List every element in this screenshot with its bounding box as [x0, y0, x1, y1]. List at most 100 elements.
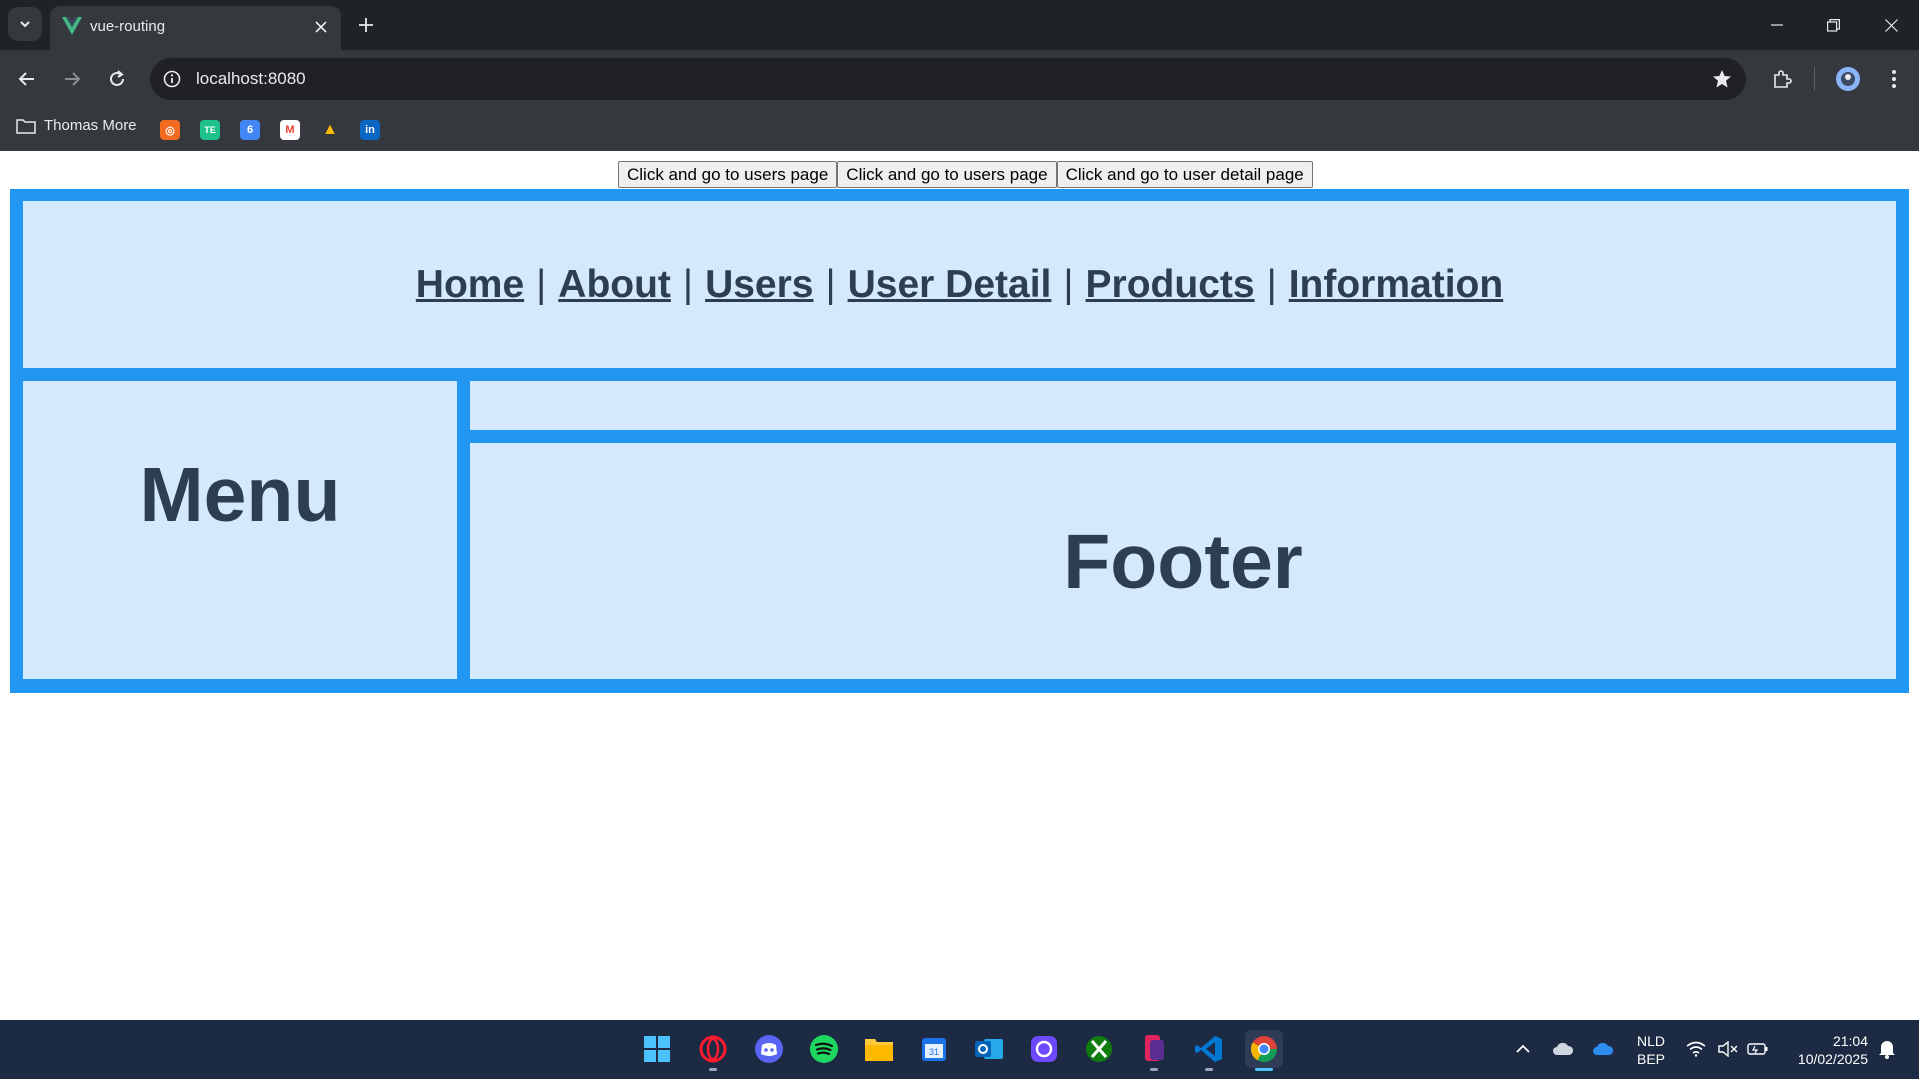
windows-start-icon [644, 1036, 670, 1062]
bookmark-folder-label: Thomas More [44, 117, 137, 134]
folder-icon [16, 118, 36, 134]
browser-toolbar: localhost:8080 [0, 50, 1919, 107]
language-label: NLD [1636, 1033, 1665, 1049]
taskbar-xbox[interactable] [1080, 1030, 1118, 1068]
vue-logo-icon [62, 17, 82, 40]
main-nav: Home | About | Users | User Detail | Products | In… [416, 263, 1503, 307]
nav-separator: | [1063, 262, 1074, 306]
close-tab-icon[interactable] [309, 15, 333, 39]
footer-panel: Footer [470, 443, 1896, 679]
google-calendar-icon[interactable]: 6 [240, 120, 260, 140]
onedrive-personal-icon[interactable] [1552, 1038, 1574, 1060]
avatar-icon [1836, 67, 1860, 91]
google-drive-icon[interactable]: ▲ [320, 120, 340, 140]
hubspot-icon[interactable]: ◎ [160, 120, 180, 140]
taskbar-file-explorer[interactable] [860, 1030, 898, 1068]
site-info-icon[interactable] [160, 67, 184, 91]
browser-menu-button[interactable] [1878, 63, 1910, 95]
keyboard-layout-label: BEP [1636, 1051, 1665, 1067]
taskbar-outlook[interactable] [970, 1030, 1008, 1068]
close-window-button[interactable] [1876, 10, 1906, 40]
browser-tabstrip: vue-routing [0, 0, 1919, 50]
main-content-panel [470, 381, 1896, 430]
close-icon [1884, 18, 1898, 32]
taskbar-spotify[interactable] [805, 1030, 843, 1068]
menu-title: Menu [139, 452, 341, 538]
vscode-icon [1195, 1036, 1222, 1062]
bookmark-folder[interactable]: Thomas More [16, 117, 137, 134]
forward-button[interactable] [56, 63, 88, 95]
bell-icon [1879, 1041, 1895, 1059]
reload-icon [110, 70, 124, 86]
volume-muted-icon[interactable] [1717, 1038, 1739, 1060]
bookmarks-bar: Thomas More ◎ TE 6 M ▲ in [0, 107, 1919, 151]
running-indicator [1205, 1068, 1213, 1071]
tab-search-button[interactable] [8, 7, 42, 41]
menu-panel: Menu [23, 381, 457, 679]
plus-icon [359, 18, 373, 32]
toolbar-divider [1814, 67, 1815, 91]
extensions-button[interactable] [1766, 63, 1798, 95]
notifications-button[interactable] [1876, 1038, 1898, 1060]
minimize-button[interactable] [1762, 10, 1792, 40]
nav-link-products[interactable]: Products [1086, 263, 1255, 306]
outlook-icon [975, 1039, 1003, 1059]
opera-icon [699, 1035, 727, 1063]
taskbar-vscode[interactable] [1190, 1030, 1228, 1071]
discord-icon [755, 1035, 783, 1063]
xbox-icon [1086, 1036, 1112, 1062]
minimize-icon [1771, 24, 1783, 26]
taskbar-proton[interactable] [1025, 1030, 1063, 1068]
nav-link-users[interactable]: Users [705, 263, 813, 306]
restore-button[interactable] [1818, 10, 1848, 40]
go-to-users-button-2[interactable]: Click and go to users page [837, 161, 1057, 188]
windows-taskbar: 31 NLD BEP 21:04 10/02/2025 [0, 1020, 1919, 1079]
nav-link-home[interactable]: Home [416, 263, 524, 306]
go-to-users-button[interactable]: Click and go to users page [618, 161, 838, 188]
active-indicator [1255, 1068, 1273, 1071]
show-hidden-icons-button[interactable] [1512, 1038, 1534, 1060]
windows-start-button[interactable] [638, 1030, 676, 1068]
taskbar-calendar[interactable]: 31 [915, 1030, 953, 1068]
taskbar-opera[interactable] [694, 1030, 732, 1071]
nav-link-user-detail[interactable]: User Detail [848, 263, 1052, 306]
proton-icon [1031, 1036, 1057, 1062]
phone-link-icon [1145, 1035, 1164, 1061]
arrow-left-icon [18, 72, 34, 86]
linkedin-icon[interactable]: in [360, 120, 380, 140]
bookmark-star-icon[interactable] [1710, 67, 1734, 91]
go-to-user-detail-button[interactable]: Click and go to user detail page [1056, 161, 1313, 188]
nav-link-about[interactable]: About [558, 263, 671, 306]
browser-tab-active[interactable]: vue-routing [50, 6, 341, 50]
taskbar-phone-link[interactable] [1135, 1030, 1173, 1071]
svg-text:31: 31 [929, 1047, 939, 1057]
back-button[interactable] [11, 63, 43, 95]
calendar-icon: 31 [922, 1038, 946, 1061]
running-indicator [709, 1068, 717, 1071]
clock-time: 21:04 [1832, 1033, 1868, 1049]
nav-link-information[interactable]: Information [1289, 263, 1503, 306]
clock-date: 10/02/2025 [1797, 1051, 1868, 1067]
battery-icon[interactable] [1747, 1038, 1769, 1060]
nav-separator: | [536, 262, 547, 306]
chevron-down-icon [20, 21, 30, 28]
new-tab-button[interactable] [353, 12, 379, 38]
taskbar-chrome[interactable] [1245, 1030, 1283, 1071]
chrome-icon [1250, 1036, 1278, 1063]
puzzle-icon [1774, 70, 1792, 88]
wifi-icon[interactable] [1685, 1038, 1707, 1060]
gmail-icon[interactable]: M [280, 120, 300, 140]
running-indicator [1150, 1068, 1158, 1071]
file-explorer-icon [865, 1039, 893, 1061]
onedrive-business-icon[interactable] [1592, 1038, 1614, 1060]
nav-separator: | [825, 262, 836, 306]
input-language-indicator[interactable]: NLD BEP [1633, 1032, 1669, 1068]
profile-avatar[interactable] [1832, 63, 1864, 95]
address-url[interactable]: localhost:8080 [196, 69, 306, 89]
nav-separator: | [682, 262, 694, 306]
reload-button[interactable] [101, 63, 133, 95]
address-bar[interactable]: localhost:8080 [150, 58, 1746, 100]
clock[interactable]: 21:04 10/02/2025 [1782, 1032, 1868, 1068]
te-icon[interactable]: TE [200, 120, 220, 140]
taskbar-discord[interactable] [750, 1030, 788, 1068]
